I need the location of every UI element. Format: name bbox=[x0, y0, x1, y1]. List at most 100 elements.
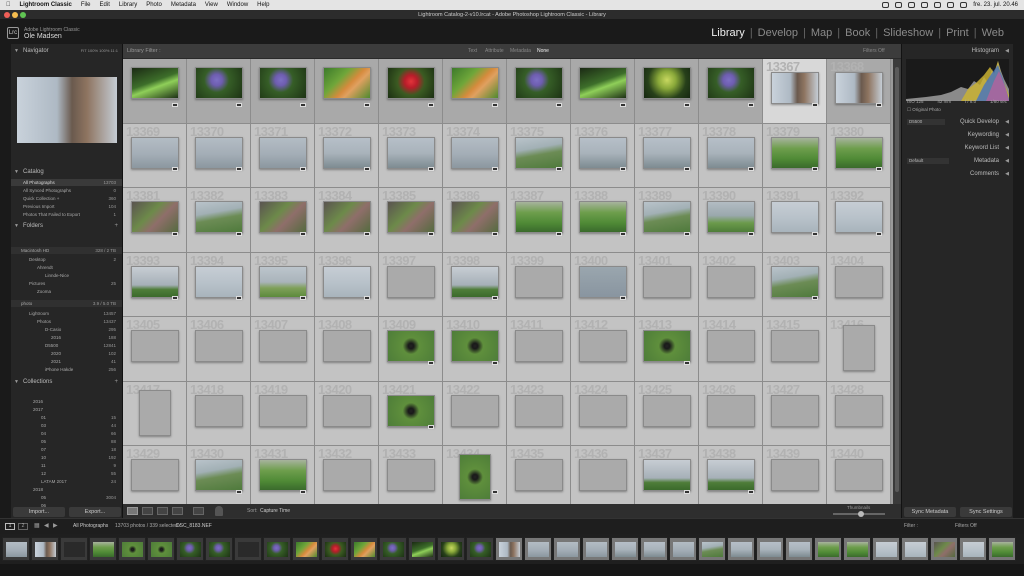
grid-cell[interactable]: 13397 bbox=[379, 252, 443, 317]
menu-photo[interactable]: Photo bbox=[146, 0, 162, 10]
filmstrip-cell[interactable] bbox=[234, 537, 262, 561]
module-develop[interactable]: Develop bbox=[758, 27, 798, 39]
filmstrip-cell[interactable] bbox=[669, 537, 697, 561]
panel-list-item[interactable]: 03 44 bbox=[11, 422, 122, 429]
import-button[interactable]: Import... bbox=[13, 507, 65, 517]
filmstrip-cell[interactable] bbox=[263, 537, 291, 561]
grid-cell[interactable]: 13400 bbox=[571, 252, 635, 317]
panel-list-item[interactable]: Zooma bbox=[11, 288, 122, 295]
filmstrip-cell[interactable] bbox=[524, 537, 552, 561]
grid-cell[interactable]: 13405 bbox=[123, 317, 187, 382]
grid-cell[interactable] bbox=[635, 59, 699, 124]
grid-thumbnail[interactable] bbox=[771, 72, 819, 104]
grid-thumbnail[interactable] bbox=[131, 67, 179, 99]
keywording-header[interactable]: Keywording ◀ bbox=[902, 130, 1013, 140]
filmstrip-filename[interactable]: DSC_8183.NEF bbox=[176, 523, 212, 529]
grid-thumbnail[interactable] bbox=[387, 459, 435, 491]
collections-header[interactable]: ▼ Collections + bbox=[11, 377, 122, 387]
status-icon[interactable] bbox=[895, 2, 903, 8]
panel-list-item[interactable]: Previous Import 104 bbox=[11, 203, 122, 210]
grid-cell[interactable]: 13384 bbox=[315, 188, 379, 253]
grid-thumbnail[interactable] bbox=[707, 67, 755, 99]
grid-thumbnail[interactable] bbox=[707, 136, 755, 169]
painter-icon[interactable] bbox=[215, 506, 223, 516]
grid-cell[interactable]: 13395 bbox=[251, 252, 315, 317]
compare-view-icon[interactable] bbox=[157, 507, 168, 515]
grid-scrollbar[interactable] bbox=[893, 59, 901, 504]
grid-thumbnail[interactable] bbox=[195, 330, 243, 362]
quick-develop-header[interactable]: Quick Develop ◀ bbox=[902, 117, 1013, 127]
grid-thumbnail[interactable] bbox=[131, 265, 179, 298]
grid-thumbnail[interactable] bbox=[579, 394, 627, 427]
grid-thumbnail[interactable] bbox=[707, 459, 755, 491]
grid-cell[interactable]: 13435 bbox=[507, 446, 571, 504]
grid-cell[interactable]: 13393 bbox=[123, 252, 187, 317]
filmstrip-cell[interactable] bbox=[988, 537, 1016, 561]
grid-thumbnail[interactable] bbox=[707, 330, 755, 362]
folders-header[interactable]: ▼ Folders + bbox=[11, 221, 122, 231]
grid-thumbnail[interactable] bbox=[643, 459, 691, 491]
grid-thumbnail[interactable] bbox=[387, 136, 435, 169]
grid-cell[interactable]: 13372 bbox=[315, 123, 379, 188]
menu-clock[interactable]: fre. 23. jul. 20.46 bbox=[973, 0, 1018, 10]
grid-thumbnail[interactable] bbox=[195, 265, 243, 298]
grid-cell[interactable]: 13368 bbox=[827, 59, 891, 124]
grid-thumbnail[interactable] bbox=[259, 330, 307, 362]
status-icon[interactable] bbox=[882, 2, 890, 8]
original-photo-toggle[interactable]: ☐ Original Photo bbox=[907, 107, 941, 113]
grid-cell[interactable]: 13413 bbox=[635, 317, 699, 382]
filmstrip-cell[interactable] bbox=[611, 537, 639, 561]
navigator-header[interactable]: ▼ Navigator FIT 100% 100% 11:1 bbox=[11, 46, 122, 56]
zoom-window-button[interactable] bbox=[20, 12, 26, 18]
grid-thumbnail[interactable] bbox=[195, 459, 243, 491]
panel-list-item[interactable]: Pictures 25 bbox=[11, 280, 122, 287]
grid-thumbnail[interactable] bbox=[579, 459, 627, 491]
grid-thumbnail[interactable] bbox=[323, 265, 371, 298]
search-icon[interactable] bbox=[947, 2, 955, 8]
metadata-header[interactable]: Metadata ◀ bbox=[902, 156, 1013, 166]
filter-preset-dropdown[interactable]: Filters Off bbox=[863, 48, 885, 54]
grid-cell[interactable]: 13406 bbox=[187, 317, 251, 382]
window-1-button[interactable]: 1 bbox=[5, 523, 15, 530]
grid-thumbnail[interactable] bbox=[515, 136, 563, 169]
panel-list-item[interactable]: 11 9 bbox=[11, 462, 122, 469]
zoom-fill[interactable]: 100% bbox=[88, 48, 98, 53]
filmstrip-cell[interactable] bbox=[901, 537, 929, 561]
sort-dropdown[interactable]: Capture Time bbox=[260, 508, 290, 514]
grid-thumbnail[interactable] bbox=[451, 136, 499, 169]
filmstrip-cell[interactable] bbox=[147, 537, 175, 561]
grid-cell[interactable]: 13388 bbox=[571, 188, 635, 253]
module-print[interactable]: Print bbox=[946, 27, 969, 39]
grid-thumbnail[interactable] bbox=[835, 394, 883, 427]
grid-thumbnail[interactable] bbox=[643, 265, 691, 298]
grid-cell[interactable]: 13382 bbox=[187, 188, 251, 253]
menu-file[interactable]: File bbox=[81, 0, 91, 10]
grid-cell[interactable]: 13404 bbox=[827, 252, 891, 317]
filmstrip-cell[interactable] bbox=[408, 537, 436, 561]
filmstrip-cell[interactable] bbox=[582, 537, 610, 561]
grid-thumbnail[interactable] bbox=[139, 389, 171, 436]
survey-view-icon[interactable] bbox=[172, 507, 183, 515]
grid-cell[interactable]: 13430 bbox=[187, 446, 251, 504]
grid-cell[interactable]: 13408 bbox=[315, 317, 379, 382]
filmstrip-cell[interactable] bbox=[843, 537, 871, 561]
filter-attribute-tab[interactable]: Attribute bbox=[485, 48, 504, 54]
grid-cell[interactable]: 13398 bbox=[443, 252, 507, 317]
sync-metadata-button[interactable]: Sync Metadata bbox=[904, 507, 956, 517]
grid-thumbnail[interactable] bbox=[643, 136, 691, 169]
filter-text-tab[interactable]: Text bbox=[468, 48, 477, 54]
grid-thumbnail[interactable] bbox=[707, 394, 755, 427]
filmstrip-cell[interactable] bbox=[205, 537, 233, 561]
grid-thumbnail[interactable] bbox=[387, 67, 435, 99]
module-library[interactable]: Library bbox=[711, 27, 745, 39]
apple-menu-icon[interactable]:  bbox=[6, 0, 11, 10]
grid-toggle-icon[interactable]: ▦ bbox=[34, 522, 40, 529]
grid-thumbnail[interactable] bbox=[387, 201, 435, 233]
grid-thumbnail[interactable] bbox=[771, 265, 819, 298]
filter-metadata-tab[interactable]: Metadata bbox=[510, 48, 531, 54]
grid-thumbnail[interactable] bbox=[707, 201, 755, 233]
navigator-zoom-options[interactable]: FIT 100% 100% 11:1 bbox=[81, 46, 118, 56]
loupe-view-icon[interactable] bbox=[142, 507, 153, 515]
grid-cell[interactable]: 13422 bbox=[443, 381, 507, 446]
navigator-preview[interactable] bbox=[17, 77, 117, 143]
